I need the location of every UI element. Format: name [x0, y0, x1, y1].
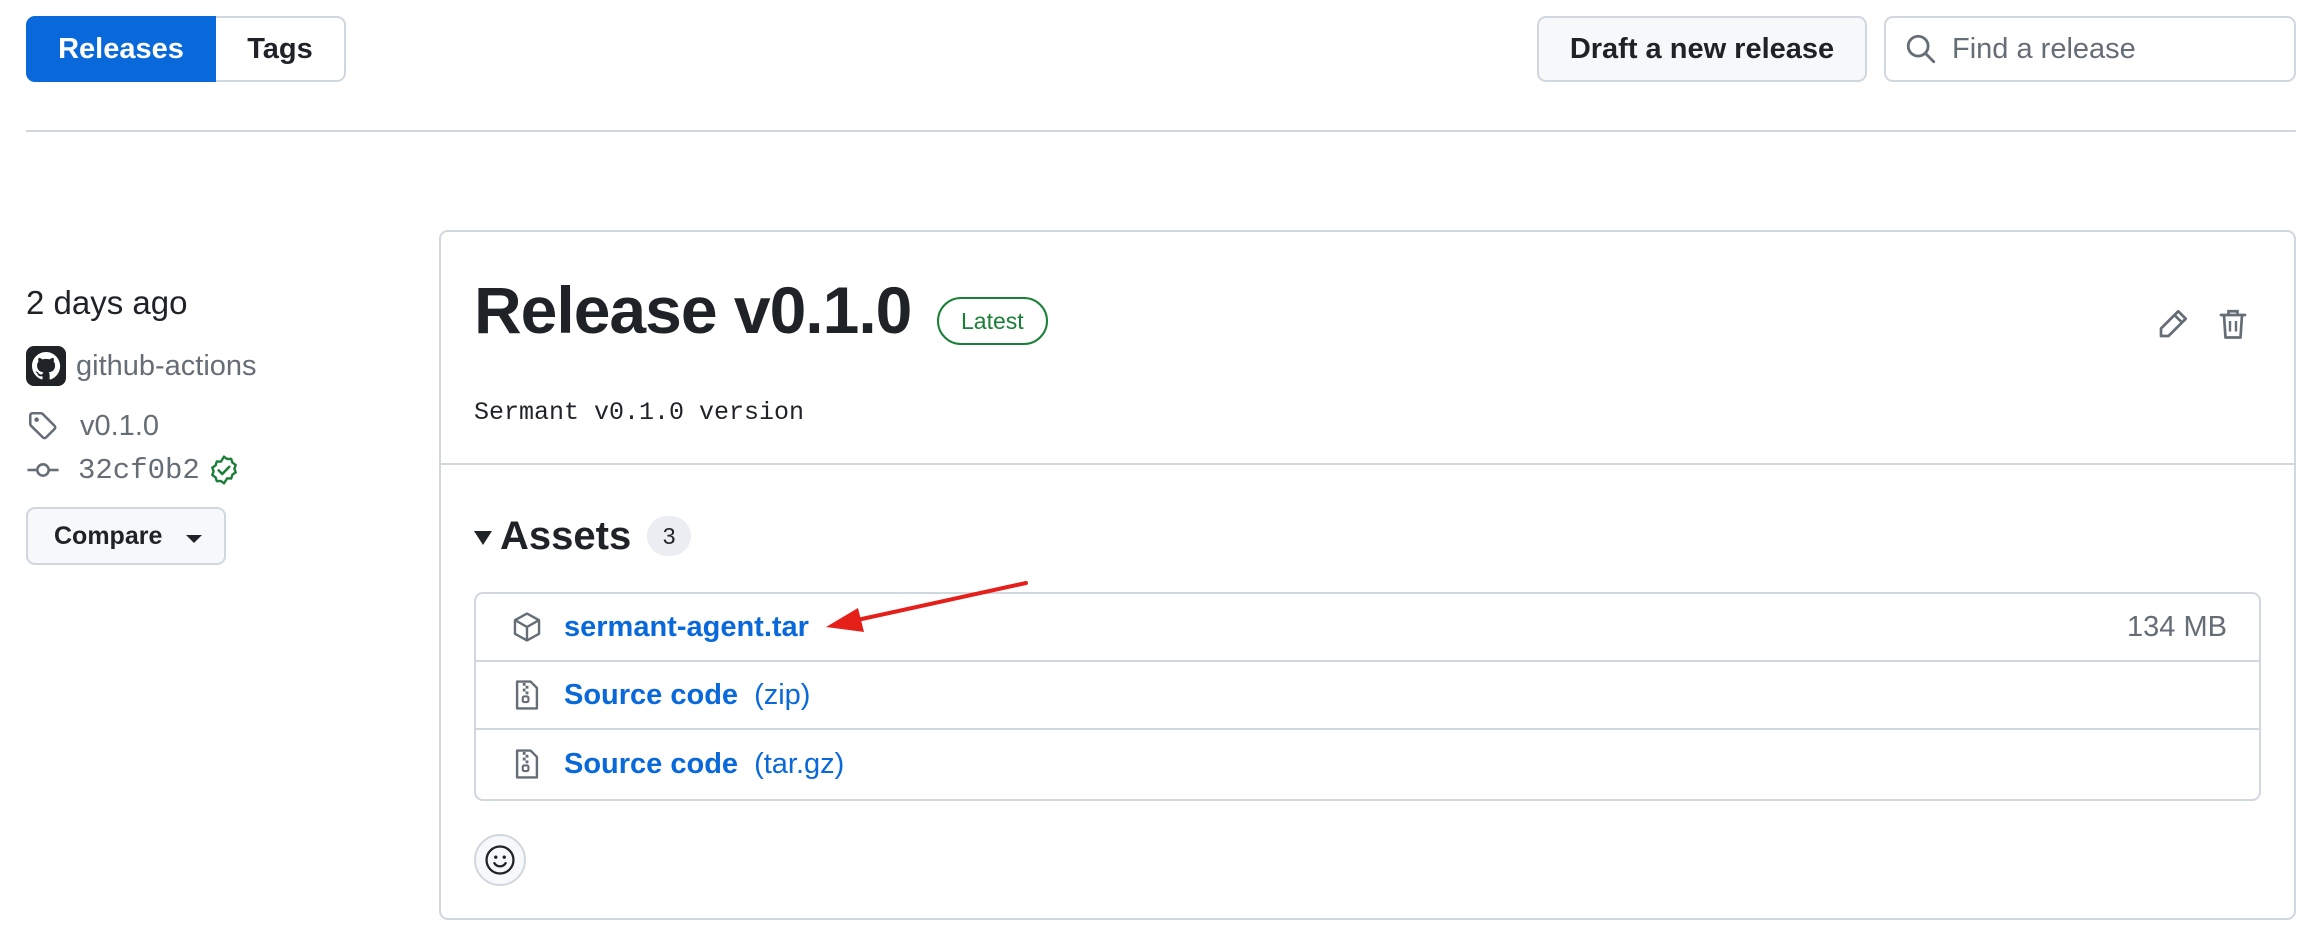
triangle-down-icon [474, 531, 492, 545]
search-input[interactable] [1952, 32, 2282, 66]
assets-toggle[interactable]: Assets 3 [474, 508, 692, 564]
release-date: 2 days ago [26, 284, 188, 321]
verified-check-icon[interactable] [208, 454, 240, 486]
tag-name[interactable]: v0.1.0 [80, 410, 159, 443]
tab-tags[interactable]: Tags [216, 16, 346, 82]
tag-icon [28, 411, 57, 440]
chevron-down-icon [186, 535, 203, 543]
package-icon [510, 610, 544, 644]
search-icon [1906, 34, 1936, 64]
tab-releases[interactable]: Releases [26, 16, 216, 82]
author-name[interactable]: github-actions [76, 350, 257, 383]
assets-label: Assets [500, 513, 632, 558]
asset-row: sermant-agent.tar 134 MB [476, 594, 2259, 662]
git-commit-icon [27, 463, 59, 477]
pencil-icon[interactable] [2155, 306, 2191, 342]
file-zip-icon [510, 747, 544, 781]
release-title[interactable]: Release v0.1.0 [474, 277, 912, 343]
github-logo-icon [32, 352, 61, 380]
release-search[interactable] [1884, 16, 2296, 82]
release-tag[interactable]: v0.1.0 [26, 408, 159, 444]
file-zip-icon [510, 678, 544, 712]
asset-link[interactable]: Source code [564, 679, 738, 712]
divider [26, 130, 2296, 132]
release-description: Sermant v0.1.0 version [474, 398, 805, 427]
asset-link[interactable]: Source code [564, 748, 738, 781]
assets-list: sermant-agent.tar 134 MB Source code (zi… [474, 592, 2261, 801]
asset-row: Source code (tar.gz) [476, 730, 2259, 798]
release-card: Release v0.1.0 Latest Sermant v0.1.0 ver… [439, 230, 2296, 920]
asset-format[interactable]: (tar.gz) [754, 748, 844, 781]
commit-sha[interactable]: 32cf0b2 [78, 454, 200, 487]
add-reaction-button[interactable] [474, 834, 526, 886]
asset-link[interactable]: sermant-agent.tar [564, 611, 809, 644]
release-commit[interactable]: 32cf0b2 [26, 452, 240, 488]
compare-button[interactable]: Compare [26, 507, 226, 565]
release-tabs: Releases Tags [26, 16, 346, 82]
compare-label: Compare [54, 521, 163, 550]
assets-count-badge: 3 [647, 516, 692, 556]
trash-icon[interactable] [2215, 306, 2251, 342]
release-author[interactable]: github-actions [26, 346, 257, 386]
card-divider [441, 463, 2294, 465]
smiley-icon [485, 845, 515, 875]
draft-release-button[interactable]: Draft a new release [1537, 16, 1867, 82]
avatar[interactable] [26, 346, 66, 386]
asset-row: Source code (zip) [476, 662, 2259, 730]
asset-size: 134 MB [2127, 610, 2227, 643]
asset-format[interactable]: (zip) [754, 679, 810, 712]
latest-badge: Latest [937, 297, 1048, 345]
